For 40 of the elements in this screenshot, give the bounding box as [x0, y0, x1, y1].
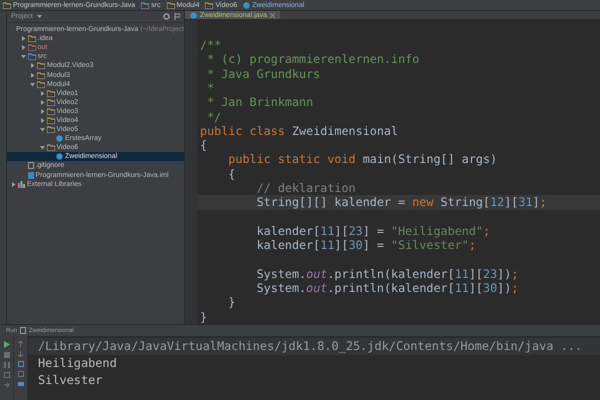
code-line: */ — [206, 110, 222, 124]
code-editor[interactable] — [185, 20, 600, 324]
class-icon — [243, 2, 250, 8]
caret-icon[interactable] — [36, 14, 42, 18]
expanded-arrow-icon[interactable] — [20, 54, 26, 60]
code-line: public class Zweidimensional — [199, 124, 400, 138]
expanded-arrow-icon[interactable] — [30, 82, 35, 87]
code-line: // deklaration — [256, 181, 357, 196]
class-icon — [190, 12, 197, 19]
code-line: System.out.println(kalender[11][23]); — [256, 266, 520, 282]
code-line: kalender[11][23] = "Heiligabend"; — [256, 224, 492, 238]
pause-icon[interactable] — [4, 362, 10, 368]
code-line: * Java Grundkurs — [206, 66, 322, 81]
code-line: public static void main(String[] args) — [227, 152, 498, 167]
code-line: System.out.println(kalender[11][30]); — [256, 281, 520, 296]
collapsed-arrow-icon[interactable] — [11, 182, 16, 187]
expanded-arrow-icon[interactable] — [40, 145, 44, 150]
file-icon — [28, 162, 34, 170]
up-arrow-icon[interactable] — [18, 341, 23, 347]
file-icon — [20, 327, 26, 334]
code-line: { — [227, 166, 236, 182]
code-line: } — [227, 295, 236, 310]
code-line: * (c) programmierenlernen.info — [206, 52, 420, 67]
class-icon — [56, 153, 63, 160]
console-line: Heiligabend — [37, 355, 118, 372]
library-icon — [18, 180, 25, 188]
console-line: Silvester — [37, 372, 104, 389]
module-icon — [28, 172, 34, 179]
play-icon[interactable] — [4, 341, 10, 348]
down-arrow-icon[interactable] — [18, 351, 23, 357]
code-line: } — [199, 310, 208, 324]
code-line: kalender[11][30] = "Silvester"; — [256, 238, 477, 253]
code-line: * — [206, 80, 216, 96]
expanded-arrow-icon[interactable] — [40, 127, 44, 132]
class-icon — [56, 135, 63, 142]
code-line: * Jan Brinkmann — [206, 95, 314, 110]
code-line: /** — [199, 38, 222, 52]
code-line: { — [199, 138, 208, 152]
stop-icon[interactable] — [4, 352, 10, 358]
close-icon[interactable] — [270, 12, 275, 18]
